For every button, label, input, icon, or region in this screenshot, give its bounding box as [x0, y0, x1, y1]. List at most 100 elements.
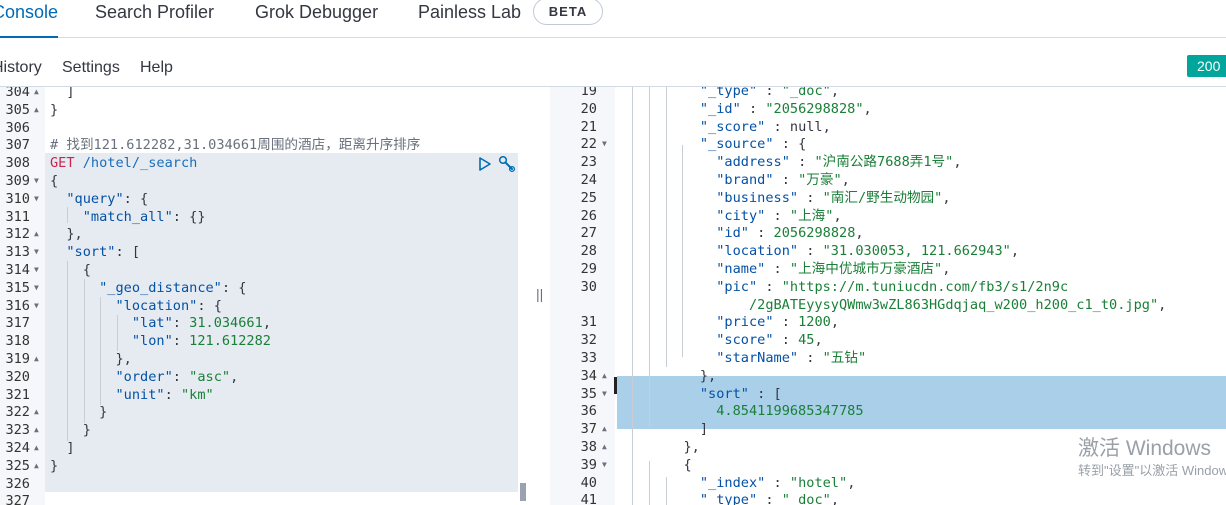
resize-handle-icon[interactable]: ||	[536, 286, 543, 302]
request-scrollbar[interactable]	[520, 483, 526, 501]
code-line: {	[618, 456, 691, 474]
fold-open-icon[interactable]: ▼	[34, 190, 39, 208]
fold-open-icon[interactable]: ▼	[34, 261, 39, 279]
settings-link[interactable]: Settings	[62, 58, 120, 78]
code-line: ]	[50, 439, 74, 457]
line-number: 24	[580, 172, 597, 188]
play-icon[interactable]	[478, 156, 492, 172]
indent-guide	[649, 87, 650, 427]
code-token: "五钻"	[822, 350, 867, 366]
indent-guide	[632, 87, 633, 505]
code-token: :	[773, 332, 799, 349]
fold-close-icon[interactable]: ▲	[34, 457, 39, 475]
line-number: 321	[5, 386, 30, 403]
code-token: 4.8541199685347785	[716, 403, 864, 420]
code-token: "_index"	[699, 474, 766, 491]
fold-open-icon[interactable]: ▼	[34, 297, 39, 315]
history-link[interactable]: History	[0, 58, 42, 78]
line-number: 313	[5, 244, 30, 261]
code-line: "pic" : "https://m.tuniucdn.com/fb3/s1/2…	[618, 278, 1068, 296]
code-token: :	[765, 261, 790, 277]
tab-search-profiler[interactable]: Search Profiler	[95, 0, 214, 36]
indent-guide	[666, 87, 667, 367]
code-token: : {	[221, 279, 247, 296]
fold-close-icon[interactable]: ▲	[602, 367, 607, 385]
code-token: 45	[798, 332, 815, 349]
code-token: : {}	[172, 208, 206, 225]
fold-open-icon[interactable]: ▼	[602, 456, 607, 474]
code-token: ,	[847, 474, 856, 491]
code-token: ,	[814, 332, 823, 349]
fold-close-icon[interactable]: ▲	[34, 87, 39, 101]
code-token: ,	[830, 314, 840, 331]
line-number: 312	[5, 226, 30, 243]
code-token: "sort"	[66, 244, 116, 261]
code-token: "_type"	[699, 492, 758, 505]
code-token: "上海中优城市万豪酒店"	[789, 261, 943, 277]
code-line: "sort" : [	[618, 385, 782, 403]
indent-guide	[67, 207, 68, 223]
code-token: ,	[855, 225, 864, 242]
fold-close-icon[interactable]: ▲	[602, 438, 607, 456]
fold-close-icon[interactable]: ▲	[34, 421, 39, 439]
fold-close-icon[interactable]: ▲	[34, 101, 39, 119]
activation-watermark-subtitle: 转到"设置"以激活 Windows。	[1078, 463, 1226, 478]
line-number: 35	[580, 385, 597, 402]
code-token: :	[172, 333, 190, 350]
code-token: ,	[833, 207, 842, 224]
fold-close-icon[interactable]: ▲	[34, 350, 39, 368]
code-token: "business"	[716, 189, 799, 206]
code-token: "hotel"	[789, 474, 848, 491]
code-line: "price" : 1200,	[618, 313, 839, 331]
code-line: },	[50, 225, 82, 243]
line-number	[550, 296, 597, 314]
line-number: 36	[580, 403, 597, 420]
line-number: 319	[5, 351, 30, 367]
line-number: 27	[580, 225, 597, 242]
code-token: "沪南公路7688弄1号"	[814, 154, 954, 171]
code-token: :	[164, 386, 181, 403]
tab-painless-lab[interactable]: Painless Lab	[418, 0, 521, 36]
fold-close-icon[interactable]: ▲	[602, 420, 607, 438]
code-token: :	[172, 368, 190, 385]
line-number: 26	[580, 207, 597, 224]
code-token: "match_all"	[82, 208, 173, 225]
code-token: 121.612282	[189, 333, 271, 350]
code-token: "km"	[180, 386, 214, 403]
status-badge: 200	[1187, 55, 1226, 77]
code-line: "_source" : {	[618, 135, 806, 153]
code-token: : {	[197, 297, 222, 314]
request-editor[interactable]: 304 ▲ ] 305 ▲} 306 307 # 找到121.612282,31.03466…	[0, 87, 530, 505]
wrench-icon[interactable]	[498, 155, 516, 173]
fold-open-icon[interactable]: ▼	[34, 172, 39, 190]
line-number: 316	[5, 297, 30, 314]
code-line: "name" : "上海中优城市万豪酒店",	[618, 260, 950, 278]
fold-open-icon[interactable]: ▼	[602, 135, 607, 153]
tab-grok-debugger[interactable]: Grok Debugger	[255, 0, 378, 36]
fold-open-icon[interactable]: ▼	[34, 243, 39, 261]
code-token: "万豪"	[798, 172, 842, 188]
code-token: :	[765, 474, 790, 491]
code-token: :	[798, 350, 823, 366]
fold-close-icon[interactable]: ▲	[34, 225, 39, 243]
code-token: "_id"	[699, 100, 741, 117]
code-token: "location"	[115, 297, 198, 314]
help-link[interactable]: Help	[140, 58, 173, 78]
code-token: "asc"	[189, 368, 231, 385]
code-token: :	[789, 154, 815, 171]
fold-open-icon[interactable]: ▼	[34, 279, 39, 297]
code-token: "_source"	[699, 136, 774, 153]
fold-close-icon[interactable]: ▲	[34, 403, 39, 421]
code-token: "id"	[716, 225, 749, 242]
tab-console[interactable]: Console	[0, 0, 59, 38]
code-token: "lat"	[131, 315, 173, 332]
line-number: 315	[5, 279, 30, 296]
fold-open-icon[interactable]: ▼	[602, 385, 607, 403]
line-number: 19	[580, 87, 597, 99]
code-token: 1200	[798, 314, 831, 331]
fold-close-icon[interactable]: ▲	[34, 439, 39, 457]
line-number: 306	[5, 119, 30, 136]
